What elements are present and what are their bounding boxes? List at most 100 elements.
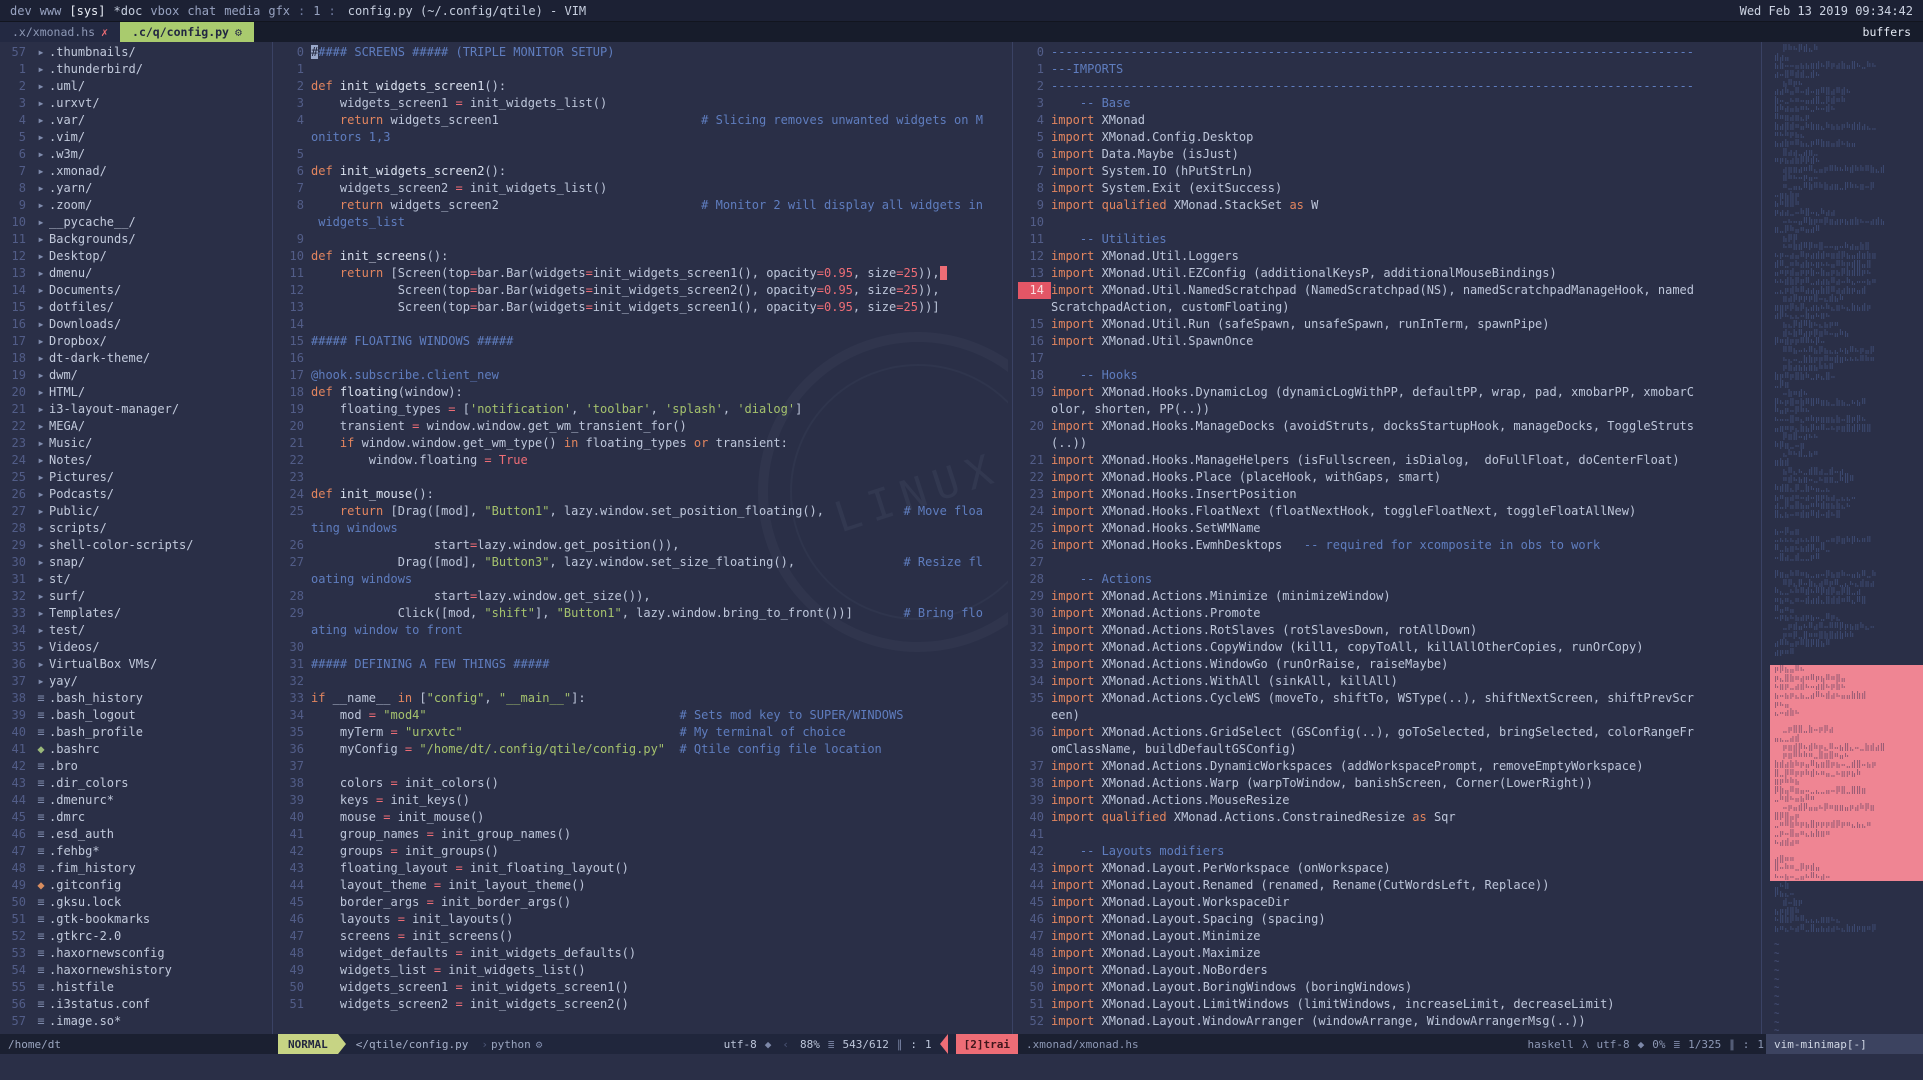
code-line[interactable]: 27 [1018, 554, 1757, 571]
code-line[interactable]: 26import XMonad.Hooks.EwmhDesktops -- re… [1018, 537, 1757, 554]
code-line[interactable]: 43 floating_layout = init_floating_layou… [278, 860, 1008, 877]
code-line[interactable]: 34import XMonad.Actions.WithAll (sinkAll… [1018, 673, 1757, 690]
code-line[interactable]: 5 [278, 146, 1008, 163]
workspace-tag[interactable]: www [40, 4, 62, 18]
tree-entry[interactable]: 40≡.bash_profile [0, 724, 268, 741]
code-line[interactable]: 36 myConfig = "/home/dt/.config/qtile/co… [278, 741, 1008, 758]
code-line[interactable]: 25import XMonad.Hooks.SetWMName [1018, 520, 1757, 537]
code-line[interactable]: 23import XMonad.Hooks.InsertPosition [1018, 486, 1757, 503]
workspace-tag[interactable]: vbox [150, 4, 179, 18]
code-line[interactable]: 8 return widgets_screen2 # Monitor 2 wil… [278, 197, 1008, 214]
tree-entry[interactable]: 39≡.bash_logout [0, 707, 268, 724]
tree-entry[interactable]: 18▸dt-dark-theme/ [0, 350, 268, 367]
code-line[interactable]: 14 [278, 316, 1008, 333]
code-line[interactable]: een) [1018, 707, 1757, 724]
code-line[interactable]: 4import XMonad [1018, 112, 1757, 129]
tree-entry[interactable]: 29▸shell-color-scripts/ [0, 537, 268, 554]
code-line[interactable]: 6import Data.Maybe (isJust) [1018, 146, 1757, 163]
code-line[interactable]: 21 if window.window.get_wm_type() in flo… [278, 435, 1008, 452]
tree-entry[interactable]: 43≡.dir_colors [0, 775, 268, 792]
code-line[interactable]: 49 widgets_list = init_widgets_list() [278, 962, 1008, 979]
code-line[interactable]: 8import System.Exit (exitSuccess) [1018, 180, 1757, 197]
tree-entry[interactable]: 21▸i3-layout-manager/ [0, 401, 268, 418]
code-line[interactable]: 37import XMonad.Actions.DynamicWorkspace… [1018, 758, 1757, 775]
tree-entry[interactable]: 15▸dotfiles/ [0, 299, 268, 316]
tree-entry[interactable]: 19▸dwm/ [0, 367, 268, 384]
workspace-tag[interactable]: *doc [114, 4, 143, 18]
code-line[interactable]: 0---------------------------------------… [1018, 44, 1757, 61]
code-line[interactable]: 39 keys = init_keys() [278, 792, 1008, 809]
code-line[interactable]: 50import XMonad.Layout.BoringWindows (bo… [1018, 979, 1757, 996]
tree-entry[interactable]: 48≡.fim_history [0, 860, 268, 877]
vertical-split-separator[interactable] [1008, 42, 1018, 1034]
tree-entry[interactable]: 35▸Videos/ [0, 639, 268, 656]
code-line[interactable]: 47import XMonad.Layout.Minimize [1018, 928, 1757, 945]
tree-entry[interactable]: 47≡.fehbg* [0, 843, 268, 860]
code-line[interactable]: 12 Screen(top=bar.Bar(widgets=init_widge… [278, 282, 1008, 299]
workspace-tag[interactable]: gfx [268, 4, 290, 18]
workspace-tag[interactable]: [sys] [69, 4, 105, 18]
tree-entry[interactable]: 1▸.thunderbird/ [0, 61, 268, 78]
code-line[interactable]: 37 [278, 758, 1008, 775]
tree-entry[interactable]: 2▸.uml/ [0, 78, 268, 95]
code-line[interactable]: 33if __name__ in ["config", "__main__"]: [278, 690, 1008, 707]
tree-entry[interactable]: 20▸HTML/ [0, 384, 268, 401]
tree-entry[interactable]: 41◆.bashrc [0, 741, 268, 758]
code-line[interactable]: 51 widgets_screen2 = init_widgets_screen… [278, 996, 1008, 1013]
code-line[interactable]: 4 return widgets_screen1 # Slicing remov… [278, 112, 1008, 129]
tree-entry[interactable]: 37▸yay/ [0, 673, 268, 690]
code-line[interactable]: 25 return [Drag([mod], "Button1", lazy.w… [278, 503, 1008, 520]
code-line[interactable]: 26 start=lazy.window.get_position()), [278, 537, 1008, 554]
code-line[interactable]: 18 -- Hooks [1018, 367, 1757, 384]
code-line[interactable]: 33import XMonad.Actions.WindowGo (runOrR… [1018, 656, 1757, 673]
code-line[interactable]: 13import XMonad.Util.EZConfig (additiona… [1018, 265, 1757, 282]
code-line[interactable]: 24def init_mouse(): [278, 486, 1008, 503]
code-line[interactable]: 48import XMonad.Layout.Maximize [1018, 945, 1757, 962]
code-line[interactable]: omClassName, buildDefaultGSConfig) [1018, 741, 1757, 758]
code-line[interactable]: 15import XMonad.Util.Run (safeSpawn, uns… [1018, 316, 1757, 333]
code-line[interactable]: 34 mod = "mod4" # Sets mod key to SUPER/… [278, 707, 1008, 724]
tree-entry[interactable]: 5▸.vim/ [0, 129, 268, 146]
code-line[interactable]: ScratchpadAction, customFloating) [1018, 299, 1757, 316]
code-line[interactable]: 23 [278, 469, 1008, 486]
code-line[interactable]: widgets_list [278, 214, 1008, 231]
code-line[interactable]: 30 [278, 639, 1008, 656]
tree-entry[interactable]: 13▸dmenu/ [0, 265, 268, 282]
code-line[interactable]: 42 groups = init_groups() [278, 843, 1008, 860]
tree-entry[interactable]: 11▸Backgrounds/ [0, 231, 268, 248]
code-line[interactable]: 38import XMonad.Actions.Warp (warpToWind… [1018, 775, 1757, 792]
editor-config-py[interactable]: LINUX 0##### SCREENS ##### (TRIPLE MONIT… [278, 42, 1008, 1034]
code-line[interactable]: 19import XMonad.Hooks.DynamicLog (dynami… [1018, 384, 1757, 401]
code-line[interactable]: 31##### DEFINING A FEW THINGS ##### [278, 656, 1008, 673]
code-line[interactable]: 19 floating_types = ['notification', 'to… [278, 401, 1008, 418]
minimap-pane[interactable]: ⡿⠷⠦⡿⣾⣄⠷⣾⣴⣤⣦⣷⠤⠤⣤⣦⣦⣶⣾⠦⡿⡶⣴⣷⣤⣿⠦⣀⠷⠦⣴⠤⣿⠿⣾⣾⣀⣾⠦ … [1766, 42, 1923, 1034]
command-line[interactable] [0, 1054, 1923, 1080]
code-line[interactable]: 18def floating(window): [278, 384, 1008, 401]
tree-entry[interactable]: 4▸.var/ [0, 112, 268, 129]
tree-entry[interactable]: 34▸test/ [0, 622, 268, 639]
code-line[interactable]: 0##### SCREENS ##### (TRIPLE MONITOR SET… [278, 44, 1008, 61]
tree-entry[interactable]: 50≡.gksu.lock [0, 894, 268, 911]
code-line[interactable]: 7import System.IO (hPutStrLn) [1018, 163, 1757, 180]
code-line[interactable]: 42 -- Layouts modifiers [1018, 843, 1757, 860]
code-line[interactable]: 3 widgets_screen1 = init_widgets_list() [278, 95, 1008, 112]
tree-entry[interactable]: 42≡.bro [0, 758, 268, 775]
tree-entry[interactable]: 22▸MEGA/ [0, 418, 268, 435]
code-line[interactable]: 6def init_widgets_screen2(): [278, 163, 1008, 180]
code-line[interactable]: 36import XMonad.Actions.GridSelect (GSCo… [1018, 724, 1757, 741]
code-line[interactable]: 1---IMPORTS [1018, 61, 1757, 78]
tab-config-py[interactable]: .c/q/config.py⚙ [120, 22, 254, 42]
code-line[interactable]: 46import XMonad.Layout.Spacing (spacing) [1018, 911, 1757, 928]
code-line[interactable]: 31import XMonad.Actions.RotSlaves (rotSl… [1018, 622, 1757, 639]
code-line[interactable]: 16import XMonad.Util.SpawnOnce [1018, 333, 1757, 350]
code-line[interactable]: onitors 1,3 [278, 129, 1008, 146]
code-line[interactable]: 20 transient = window.window.get_wm_tran… [278, 418, 1008, 435]
tree-entry[interactable]: 55≡.histfile [0, 979, 268, 996]
code-line[interactable]: 40 mouse = init_mouse() [278, 809, 1008, 826]
code-line[interactable]: 9 [278, 231, 1008, 248]
code-line[interactable]: 10 [1018, 214, 1757, 231]
code-line[interactable]: 35import XMonad.Actions.CycleWS (moveTo,… [1018, 690, 1757, 707]
tree-entry[interactable]: 45≡.dmrc [0, 809, 268, 826]
code-line[interactable]: 5import XMonad.Config.Desktop [1018, 129, 1757, 146]
tree-entry[interactable]: 49◆.gitconfig [0, 877, 268, 894]
